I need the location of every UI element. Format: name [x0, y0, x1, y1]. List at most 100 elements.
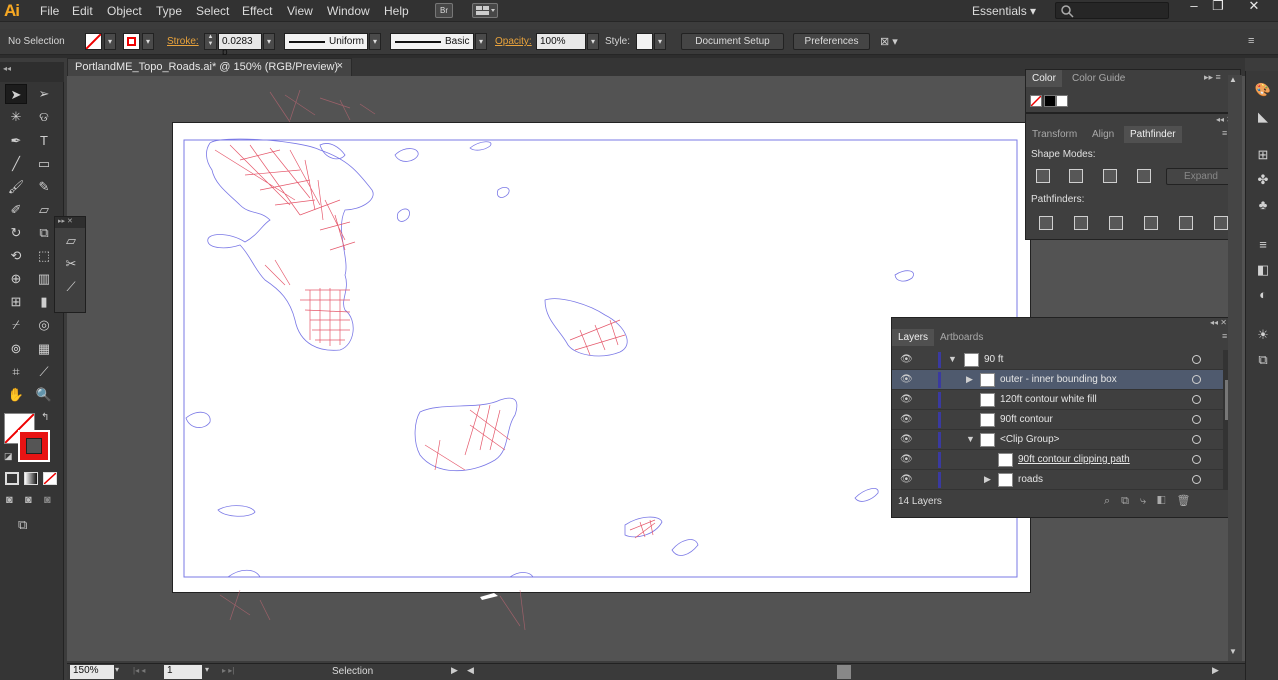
scale-tool-icon[interactable]: ⧉ [33, 223, 55, 243]
outline-icon[interactable] [1179, 216, 1193, 230]
eye-icon[interactable]: 👁 [900, 434, 913, 445]
exclude-icon[interactable] [1137, 169, 1151, 183]
chevron-down-icon[interactable]: ▼ [966, 434, 975, 444]
eraser-tool-icon[interactable]: ▱ [60, 231, 82, 251]
rotate-tool-icon[interactable]: ↻ [5, 223, 27, 243]
zoom-dropdown[interactable]: ▾ [115, 665, 119, 674]
target-icon[interactable] [1192, 415, 1201, 424]
free-transform-tool-icon[interactable]: ⬚ [33, 246, 55, 266]
panel-menu-icon[interactable]: ≡ [1222, 331, 1227, 341]
blob-brush-tool-icon[interactable]: ✐ [5, 200, 27, 220]
tab-artboards[interactable]: Artboards [934, 329, 989, 346]
expand-button[interactable]: Expand [1166, 168, 1236, 185]
gradient-tool-icon[interactable]: ▮ [33, 292, 55, 312]
symbol-sprayer-tool-icon[interactable]: ⊚ [5, 339, 27, 359]
tab-color[interactable]: Color [1026, 70, 1062, 87]
symbols-icon[interactable]: ♣ [1254, 196, 1272, 214]
eye-icon[interactable]: 👁 [900, 414, 913, 425]
direct-selection-tool-icon[interactable]: ➢ [33, 84, 55, 104]
eyedropper-tool-icon[interactable]: ⌿ [5, 315, 27, 335]
target-icon[interactable] [1192, 455, 1201, 464]
mesh-tool-icon[interactable]: ⊞ [5, 292, 27, 312]
collapse-icon[interactable]: ▸▸ ≡ [1204, 72, 1221, 83]
layer-row[interactable]: 👁 90ft contour clipping path [892, 450, 1224, 470]
draw-normal-icon[interactable]: ◙ [6, 494, 13, 506]
tab-transform[interactable]: Transform [1026, 126, 1083, 143]
document-icon[interactable]: ◣ [1254, 108, 1272, 126]
selection-tool-icon[interactable]: ➤ [5, 84, 27, 104]
hand-tool-icon[interactable]: ✋ [5, 385, 27, 405]
stroke-icon[interactable]: ≡ [1254, 236, 1272, 254]
vertical-scrollbar[interactable]: ▲ ▼ [1228, 75, 1242, 661]
swatches-icon[interactable]: ⊞ [1254, 146, 1272, 164]
screen-mode-icon[interactable]: ⧉ [18, 517, 27, 533]
layer-row[interactable]: 👁 ▼ 90 ft [892, 350, 1224, 370]
artboard-dropdown[interactable]: ▾ [205, 665, 209, 674]
swap-fill-stroke-icon[interactable]: ↰ [41, 412, 49, 423]
scroll-up-arrow[interactable]: ▲ [1229, 75, 1237, 84]
brushes-icon[interactable]: ✤ [1254, 171, 1272, 189]
type-tool-icon[interactable]: T [33, 131, 55, 151]
unite-icon[interactable] [1036, 169, 1050, 183]
zoom-tool-icon[interactable]: 🔍 [33, 385, 55, 405]
blend-tool-icon[interactable]: ◎ [33, 315, 55, 335]
black-swatch[interactable] [1044, 95, 1056, 107]
target-icon[interactable] [1192, 395, 1201, 404]
pencil-tool-icon[interactable]: ✎ [33, 177, 55, 197]
gradient-icon[interactable]: ◧ [1254, 261, 1272, 279]
layer-row[interactable]: 👁 120ft contour white fill [892, 390, 1224, 410]
knife-tool-icon[interactable]: ⟋ [60, 277, 82, 297]
zoom-field[interactable]: 150% [70, 665, 114, 679]
gradient-mode-icon[interactable] [24, 472, 38, 485]
lasso-tool-icon[interactable]: ଡ [33, 107, 55, 127]
layer-row[interactable]: 👁 ▶ outer - inner bounding box [892, 370, 1224, 390]
layer-row[interactable]: 👁 ▼ <Clip Group> [892, 430, 1224, 450]
artboard-number-field[interactable]: 1 [164, 665, 202, 679]
stroke-box[interactable] [18, 430, 50, 462]
chevron-right-icon[interactable]: ▶ [984, 474, 991, 485]
layer-row[interactable]: 👁 ▶ roads [892, 470, 1224, 490]
merge-icon[interactable] [1109, 216, 1123, 230]
paintbrush-tool-icon[interactable]: 🖌 [5, 177, 27, 197]
eye-icon[interactable]: 👁 [900, 354, 913, 365]
horizontal-scroll-thumb[interactable] [837, 665, 851, 679]
artboard-tool-icon[interactable]: ⌗ [5, 362, 27, 382]
warp-tool-icon[interactable]: ⟲ [5, 246, 27, 266]
tab-layers[interactable]: Layers [892, 329, 935, 346]
magic-wand-tool-icon[interactable]: ✳ [5, 107, 27, 127]
appearance-icon[interactable]: ☀ [1254, 326, 1272, 344]
target-icon[interactable] [1192, 355, 1201, 364]
graph-tool-icon[interactable]: ▥ [33, 269, 55, 289]
white-swatch[interactable] [1056, 95, 1068, 107]
line-tool-icon[interactable]: ╱ [5, 154, 27, 174]
panel-collapse-icon[interactable]: ◂◂ ✕ [1210, 318, 1227, 327]
eye-icon[interactable]: 👁 [900, 454, 913, 465]
tab-color-guide[interactable]: Color Guide [1066, 70, 1131, 87]
default-colors-icon[interactable]: ◪ [4, 451, 13, 462]
scroll-down-arrow[interactable]: ▼ [1229, 647, 1237, 656]
minus-back-icon[interactable] [1214, 216, 1228, 230]
first-artboard-icon[interactable]: |◂ ◂ [133, 666, 145, 675]
minus-front-icon[interactable] [1069, 169, 1083, 183]
color-mode-icon[interactable] [5, 472, 19, 485]
column-graph-tool-icon[interactable]: ▦ [33, 339, 55, 359]
eye-icon[interactable]: 👁 [900, 394, 913, 405]
scroll-right-arrow[interactable]: ▶ [1212, 665, 1219, 676]
eye-icon[interactable]: 👁 [900, 374, 913, 385]
eye-icon[interactable]: 👁 [900, 474, 913, 485]
intersect-icon[interactable] [1103, 169, 1117, 183]
tab-align[interactable]: Align [1086, 126, 1120, 143]
pen-tool-icon[interactable]: ✒ [5, 131, 27, 151]
panel-menu-icon[interactable]: ≡ [1222, 128, 1227, 138]
scissors-tool-icon[interactable]: ✂ [60, 254, 82, 274]
chevron-right-icon[interactable]: ▶ [966, 374, 973, 385]
status-menu-arrow[interactable]: ▶ [451, 665, 458, 676]
chevron-down-icon[interactable]: ▼ [948, 354, 957, 364]
crop-icon[interactable] [1144, 216, 1158, 230]
none-swatch[interactable] [1030, 95, 1042, 107]
none-mode-icon[interactable] [43, 472, 57, 485]
target-icon[interactable] [1192, 375, 1201, 384]
next-artboard-icon[interactable]: ▸ ▸| [222, 666, 234, 675]
scroll-left-arrow[interactable]: ◀ [467, 665, 474, 676]
rectangle-tool-icon[interactable]: ▭ [33, 154, 55, 174]
